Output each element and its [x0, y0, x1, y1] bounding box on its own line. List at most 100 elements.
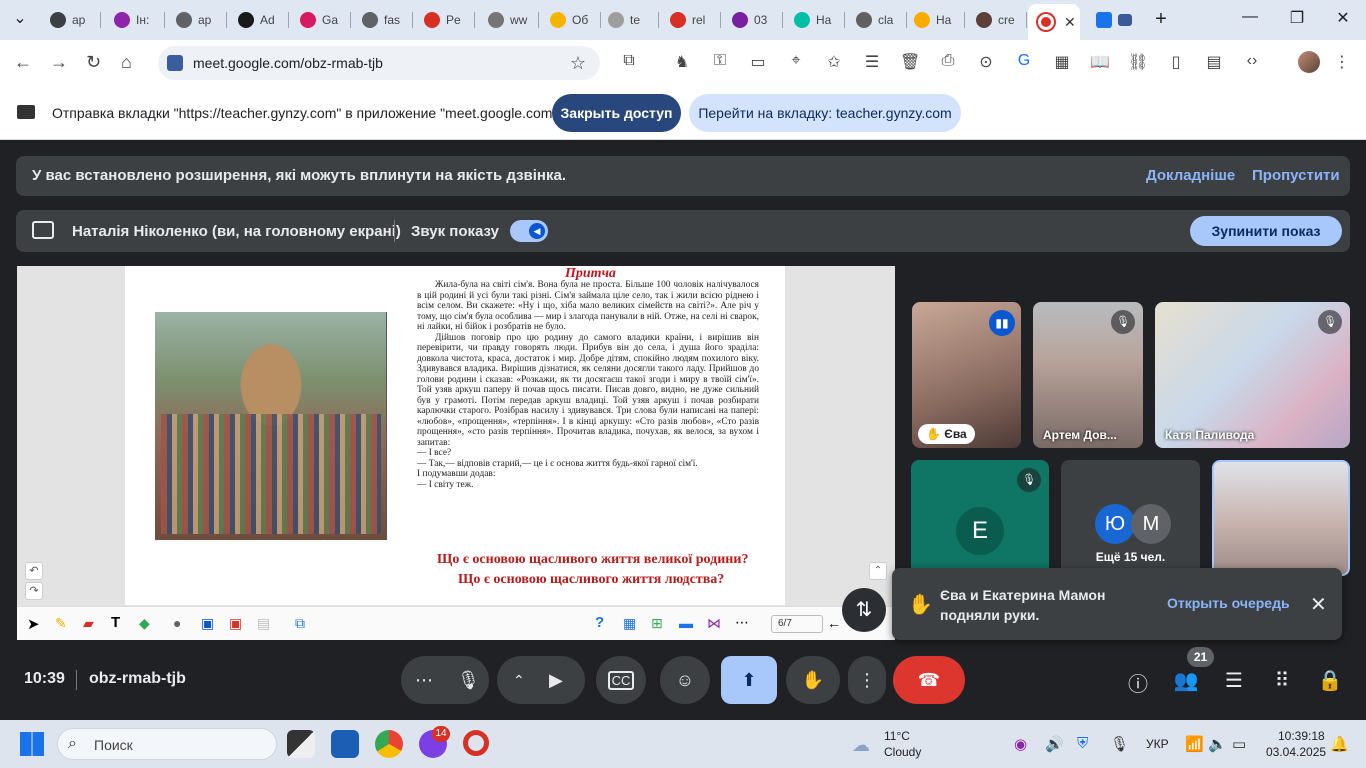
favorites-icon[interactable]: ✩ — [824, 52, 844, 72]
code-icon[interactable]: ‹› — [1242, 52, 1262, 72]
info-icon[interactable]: ⓘ — [1125, 668, 1151, 697]
pen-icon[interactable]: ✎ — [55, 615, 67, 632]
shapes-icon[interactable]: ◆ — [139, 615, 150, 632]
learn-more-link[interactable]: Докладніше — [1146, 167, 1235, 184]
browser-tab[interactable]: fas — [352, 6, 408, 34]
camera-icon[interactable]: ▶ — [549, 670, 563, 691]
tab-meet-active[interactable]: ✕ — [1028, 4, 1080, 40]
security-icon[interactable]: ⛨ — [1077, 735, 1088, 752]
volume-icon[interactable]: 🔊 — [1045, 735, 1064, 753]
share-audio-toggle[interactable]: ◀ — [510, 220, 548, 242]
address-bar[interactable]: meet.google.com/obz-rmab-tjb ☆ — [158, 46, 600, 80]
translate-icon[interactable]: G — [1014, 52, 1034, 72]
pointer-icon[interactable]: ➤ — [27, 615, 40, 633]
participant-tile-e[interactable]: 🎙 Е — [911, 460, 1049, 576]
browser-tab[interactable]: Ін: — [104, 6, 160, 34]
captions-button[interactable]: CC — [596, 656, 646, 704]
media-icon[interactable]: ▣ — [229, 615, 242, 632]
browser-tab[interactable]: cre — [966, 6, 1022, 34]
tab-search-icon[interactable]: ⌄ — [10, 8, 30, 28]
share-icon[interactable]: ⋈ — [707, 615, 721, 632]
devices-icon[interactable]: ▯ — [1166, 52, 1186, 72]
battery-icon[interactable]: ▭ — [1232, 735, 1246, 753]
close-window-icon[interactable]: ✕ — [1333, 8, 1353, 28]
tab-close-icon[interactable]: ✕ — [1064, 14, 1076, 31]
add-page-icon[interactable]: ⊞ — [651, 615, 663, 632]
screenshot-icon[interactable]: ⊙ — [976, 52, 996, 72]
emoji-button[interactable]: ☺ — [660, 656, 710, 704]
menu-icon[interactable]: ⋮ — [1332, 52, 1352, 72]
mic-icon[interactable]: 🎙 — [457, 670, 480, 691]
incognito-icon[interactable]: ♞ — [672, 52, 692, 72]
prev-page-icon[interactable]: ← — [827, 615, 841, 631]
eraser-icon[interactable]: ▰ — [83, 615, 94, 632]
link-icon[interactable]: ⛓ — [1128, 52, 1148, 72]
redo-icon[interactable]: ↷ — [25, 582, 43, 600]
more-button[interactable]: ⋮ — [848, 656, 886, 704]
people-icon[interactable]: 👥 — [1173, 668, 1199, 693]
table-icon[interactable]: ▤ — [1204, 52, 1224, 72]
clock-date[interactable]: 03.04.2025 — [1266, 745, 1326, 759]
participant-tile-katya[interactable]: 🎙 Катя Паливода — [1155, 302, 1350, 448]
undo-icon[interactable]: ↶ — [25, 562, 43, 580]
weather-condition[interactable]: Cloudy — [884, 745, 921, 759]
help-icon[interactable]: ? — [595, 614, 604, 631]
card-icon[interactable]: ▭ — [748, 52, 768, 72]
chrome-icon[interactable] — [375, 730, 403, 758]
folder-icon[interactable]: ▬ — [679, 615, 693, 631]
more-icon[interactable]: ⋯ — [735, 614, 749, 631]
more-participants-tile[interactable]: Ю М Ещё 15 чел. — [1061, 460, 1200, 576]
browser-tab[interactable]: ww — [478, 6, 534, 34]
browser-tab[interactable]: rel — [660, 6, 716, 34]
taskbar-search[interactable]: ⌕ Поиск — [57, 728, 277, 760]
browser-tab[interactable]: 03 — [722, 6, 778, 34]
browser-tab[interactable]: ap — [40, 6, 96, 34]
browser-tab[interactable]: Ad — [228, 6, 284, 34]
print-icon[interactable]: ⎙ — [938, 52, 958, 72]
browser-tab[interactable]: Об — [540, 6, 596, 34]
browser-tab[interactable]: cla — [846, 6, 902, 34]
app-tray-icon[interactable]: ◉ — [1014, 735, 1027, 753]
scroll-up-icon[interactable]: ⌃ — [869, 562, 887, 580]
reading-list-icon[interactable]: ☰ — [862, 52, 882, 72]
browser-tab[interactable]: Pe — [414, 6, 470, 34]
browser-tab[interactable]: На — [904, 6, 960, 34]
minimize-icon[interactable]: — — [1240, 8, 1260, 26]
stop-presenting-button[interactable]: Зупинити показ — [1190, 216, 1342, 246]
maximize-icon[interactable]: ❐ — [1287, 8, 1307, 28]
store-icon[interactable] — [331, 730, 359, 758]
tab-gynzy[interactable] — [1086, 6, 1146, 34]
page-indicator[interactable]: 6/7 — [771, 615, 823, 633]
swap-layout-icon[interactable]: ⇅ — [842, 588, 886, 632]
microphone-tray-icon[interactable]: 🎙 — [1110, 735, 1129, 753]
participant-tile-eva[interactable]: ▮▮ ✋ Єва — [912, 302, 1021, 448]
qr-code-icon[interactable]: ▦ — [1052, 52, 1072, 72]
forward-icon[interactable]: → — [50, 52, 68, 73]
browser-tab[interactable]: te — [598, 6, 654, 34]
opera-icon[interactable] — [463, 730, 489, 756]
tools-icon[interactable]: ▤ — [257, 615, 270, 632]
skip-link[interactable]: Пропустити — [1252, 167, 1340, 184]
reload-icon[interactable]: ↻ — [86, 52, 101, 73]
more-options-icon[interactable]: ⋯ — [415, 670, 433, 691]
clock-time[interactable]: 10:39:18 — [1278, 729, 1325, 743]
reader-mode-icon[interactable]: 📖 — [1090, 52, 1110, 72]
task-view-icon[interactable] — [287, 730, 315, 758]
activities-icon[interactable]: ⠿ — [1269, 668, 1295, 693]
notifications-bell-icon[interactable]: 🔔 — [1330, 735, 1349, 753]
speaker-icon[interactable]: 🔈 — [1208, 735, 1227, 753]
location-icon[interactable]: ⌖ — [786, 52, 806, 72]
key-icon[interactable]: ⚿ — [710, 52, 730, 72]
window-icon[interactable]: ⧉ — [295, 615, 305, 632]
browser-tab[interactable]: Ga — [290, 6, 346, 34]
profile-avatar[interactable] — [1298, 51, 1320, 73]
open-queue-link[interactable]: Открыть очередь — [1167, 595, 1290, 611]
weather-temperature[interactable]: 11°C — [884, 729, 910, 743]
palette-icon[interactable]: ● — [173, 615, 181, 631]
chevron-up-icon[interactable]: ⌃ — [513, 672, 525, 689]
text-tool-icon[interactable]: T — [111, 614, 120, 631]
back-icon[interactable]: ← — [14, 52, 32, 73]
windows-start-icon[interactable] — [20, 732, 44, 756]
trash-icon[interactable]: 🗑 — [900, 52, 920, 72]
raise-hand-button[interactable]: ✋ — [786, 656, 840, 704]
